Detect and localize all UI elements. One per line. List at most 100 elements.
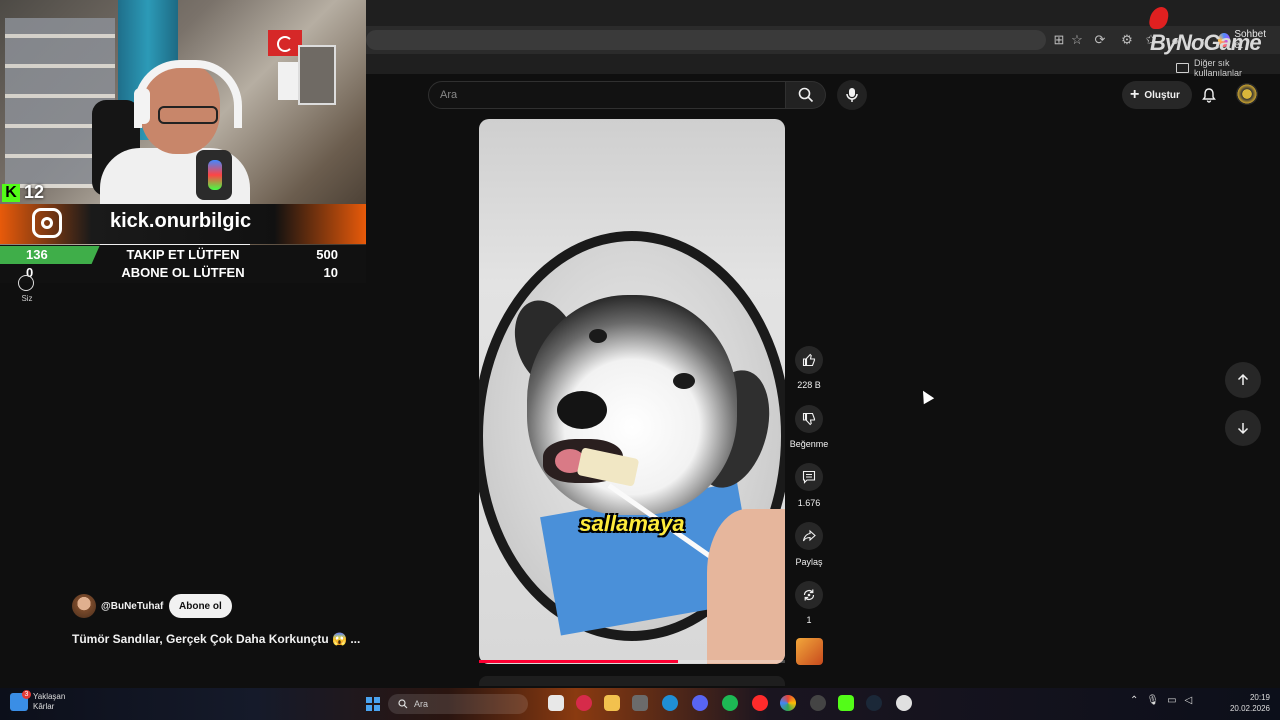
remix-count: 1 [806, 615, 812, 625]
extensions-icon[interactable]: ⚙ [1118, 31, 1136, 49]
instagram-handle: kick.onurbilgic [110, 210, 252, 232]
follow-goal: 136 TAKIP ET LÜTFEN 500 [0, 246, 366, 264]
kick-viewer-badge: K 12 [2, 182, 44, 203]
arrow-down-icon [1237, 423, 1249, 435]
microphone-tray-icon[interactable]: 🎙 [1146, 695, 1159, 706]
next-short-button[interactable] [1225, 410, 1261, 446]
you-icon[interactable] [18, 275, 34, 291]
opera-app-icon[interactable] [576, 695, 592, 711]
next-short-preview[interactable] [479, 676, 785, 686]
kick-logo-icon: K [2, 183, 20, 202]
watermark-logo: ByNoGame [1147, 4, 1280, 56]
notepad-app-icon[interactable] [548, 695, 564, 711]
follow-goal-target: 500 [316, 247, 338, 262]
weather-line-2: Kârlar [33, 702, 55, 711]
steam-app-icon[interactable] [866, 695, 882, 711]
account-avatar[interactable] [1236, 83, 1258, 105]
store-app-icon[interactable] [632, 695, 648, 711]
network-icon[interactable]: ▭ [1167, 695, 1176, 706]
discord-app-icon[interactable] [692, 695, 708, 711]
subscribe-button[interactable]: Abone ol [169, 594, 232, 618]
dog-eye [589, 329, 607, 343]
kick-app-icon[interactable] [838, 695, 854, 711]
app-icon[interactable] [810, 695, 826, 711]
wall-flag [268, 30, 302, 56]
weather-text: Yaklaşan Kârlar [33, 692, 73, 712]
you-label[interactable]: Siz [16, 294, 38, 303]
dog-nose [557, 391, 607, 429]
search-icon [798, 87, 813, 103]
chevron-up-icon[interactable]: ⌃ [1130, 695, 1138, 706]
video-caption: sallamaya [579, 511, 685, 536]
dislike-label: Beğenme [789, 439, 829, 449]
create-label: Oluştur [1144, 89, 1180, 101]
brand-mark-icon [1147, 7, 1171, 30]
app-available-icon[interactable]: ⊞ [1050, 31, 1068, 49]
remix-button[interactable] [795, 581, 823, 609]
goal-bars: 136 TAKIP ET LÜTFEN 500 0 ABONE OL LÜTFE… [0, 245, 366, 283]
video-progress-fill [479, 660, 678, 663]
create-button[interactable]: + Oluştur [1122, 81, 1192, 109]
dog-eye [673, 373, 695, 389]
system-tray: ⌃ 🎙 ▭ ◁ [1130, 695, 1192, 706]
thumbs-down-icon [802, 412, 816, 426]
spotify-app-icon[interactable] [722, 695, 738, 711]
channel-avatar[interactable] [72, 594, 96, 618]
sound-thumbnail[interactable] [796, 638, 823, 665]
voice-search-button[interactable] [837, 80, 867, 110]
taskbar-search[interactable]: Ara [388, 694, 528, 714]
subscribe-goal-label: ABONE OL LÜTFEN [121, 265, 245, 280]
folder-icon [1176, 63, 1189, 73]
search-input[interactable]: Ara [428, 81, 786, 109]
favorite-star-icon[interactable]: ☆ [1068, 31, 1086, 49]
share-icon [802, 529, 816, 542]
search-icon [398, 699, 408, 709]
headphone-cup [134, 88, 150, 124]
share-label: Paylaş [795, 557, 823, 567]
start-button[interactable] [366, 697, 380, 711]
comment-count: 1.676 [797, 498, 821, 508]
remix-icon [803, 589, 815, 601]
notifications-button[interactable] [1198, 84, 1220, 106]
channel-name[interactable]: @BuNeTuhaf [101, 601, 163, 612]
follow-goal-label: TAKIP ET LÜTFEN [126, 247, 240, 262]
taskbar-search-label: Ara [414, 699, 429, 709]
glasses [158, 106, 218, 124]
previous-short-button[interactable] [1225, 362, 1261, 398]
subscribe-goal: 0 ABONE OL LÜTFEN 10 [0, 264, 366, 282]
other-bookmarks-folder[interactable]: Diğer sık kullanılanlar [1176, 58, 1280, 78]
instagram-icon [32, 208, 62, 238]
short-video-player[interactable]: sallamaya [479, 119, 785, 664]
wall-poster [278, 62, 298, 100]
comment-icon [802, 470, 816, 484]
wall-poster-frame [298, 45, 336, 105]
clock-date: 20.02.2026 [1229, 704, 1270, 713]
kick-viewer-count: 12 [24, 182, 45, 202]
dislike-button[interactable] [795, 405, 823, 433]
clock-time: 20:19 [1249, 693, 1270, 702]
volume-icon[interactable]: ◁ [1185, 695, 1193, 706]
file-explorer-icon[interactable] [604, 695, 620, 711]
like-count: 228 B [797, 380, 821, 390]
edge-app-icon[interactable] [662, 695, 678, 711]
system-clock[interactable]: 20:19 20.02.2026 [1222, 692, 1270, 714]
arrow-up-icon [1237, 373, 1249, 385]
comments-button[interactable] [795, 463, 823, 491]
chrome-app-icon[interactable] [780, 695, 796, 711]
widget-badge: 3 [22, 690, 31, 699]
short-title[interactable]: Tümör Sandılar, Gerçek Çok Daha Korkunçt… [72, 632, 360, 646]
settings-app-icon[interactable] [896, 695, 912, 711]
like-button[interactable] [795, 346, 823, 374]
address-bar[interactable] [366, 30, 1046, 50]
search-button[interactable] [786, 81, 826, 109]
bell-icon [1202, 88, 1216, 103]
weather-line-1: Yaklaşan [33, 692, 66, 701]
bookmarks-folder-label: Diğer sık kullanılanlar [1194, 58, 1243, 78]
refresh-extension-icon[interactable]: ⟳ [1091, 31, 1109, 49]
media-app-icon[interactable] [752, 695, 768, 711]
share-button[interactable] [795, 522, 823, 550]
bookmarks-bar [366, 54, 1280, 74]
plus-icon: + [1130, 86, 1140, 103]
thumbs-up-icon [802, 353, 816, 367]
weather-widget[interactable]: 3 Yaklaşan Kârlar [10, 690, 73, 712]
